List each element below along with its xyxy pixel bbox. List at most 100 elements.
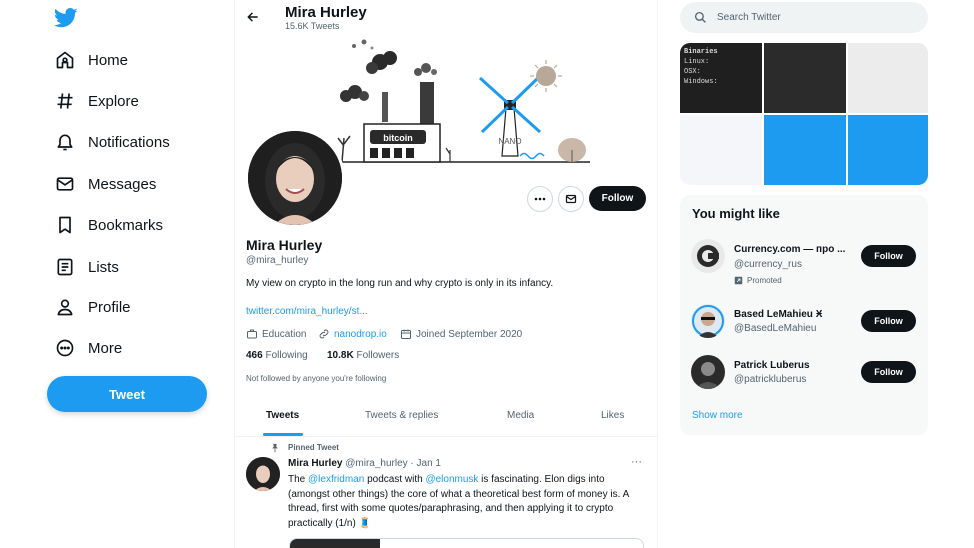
following-count: 466 — [246, 350, 263, 361]
bell-icon — [52, 129, 78, 155]
back-arrow-icon[interactable] — [243, 7, 263, 27]
tab-media[interactable]: Media — [507, 410, 534, 421]
promoted-badge: Promoted — [734, 276, 782, 285]
briefcase-icon — [247, 329, 257, 339]
tab-tweets-replies[interactable]: Tweets & replies — [365, 410, 438, 421]
header-tweet-count: 15.6K Tweets — [285, 21, 340, 31]
suggestion-name[interactable]: Based LeMahieu Ӿ — [734, 309, 822, 320]
tweet-button[interactable]: Tweet — [47, 376, 207, 412]
media-thumb-title: Binaries — [684, 48, 718, 56]
nav-lists[interactable]: Lists — [52, 249, 119, 285]
search-placeholder: Search Twitter — [717, 12, 781, 23]
nav-bookmarks[interactable]: Bookmarks — [52, 207, 163, 243]
tweet-meta: @mira_hurley · Jan 1 — [345, 458, 441, 469]
tweet-header: Mira Hurley @mira_hurley · Jan 1 — [288, 458, 441, 469]
more-circle-icon — [52, 335, 78, 361]
suggestion-handle: @patrickluberus — [734, 374, 807, 385]
nano-label: NANO — [498, 137, 521, 146]
followers-count: 10.8K — [327, 350, 354, 361]
profile-category: Education — [246, 328, 306, 340]
suggestion-avatar[interactable] — [691, 355, 725, 389]
followers-label: Followers — [356, 350, 400, 361]
suggestion-follow-button[interactable]: Follow — [861, 361, 916, 383]
bookmark-icon — [52, 212, 78, 238]
envelope-icon — [52, 171, 78, 197]
nav-profile-label: Profile — [88, 298, 131, 316]
hashtag-icon — [52, 88, 78, 114]
following-label: Following — [265, 350, 308, 361]
tab-likes[interactable]: Likes — [601, 410, 624, 421]
suggestion-follow-button[interactable]: Follow — [861, 310, 916, 332]
tabs-divider — [235, 436, 657, 437]
you-might-like-title: You might like — [692, 206, 780, 221]
show-more-link[interactable]: Show more — [692, 410, 743, 421]
not-followed-note: Not followed by anyone you're following — [246, 374, 387, 383]
bitcoin-sign-label: bitcoin — [383, 133, 413, 143]
pin-icon — [272, 443, 278, 453]
search-icon — [694, 11, 706, 23]
following-stat[interactable]: 466 Following — [246, 350, 308, 361]
suggestion-avatar[interactable] — [691, 239, 725, 273]
website-link[interactable]: nanodrop.io — [334, 329, 387, 340]
nav-messages-label: Messages — [88, 175, 157, 193]
link-icon — [319, 329, 329, 339]
twitter-logo-icon[interactable] — [53, 7, 78, 31]
tweet-media-card[interactable] — [289, 538, 644, 548]
nav-explore-label: Explore — [88, 92, 139, 110]
search-input[interactable]: Search Twitter — [680, 2, 928, 33]
more-options-button[interactable] — [527, 186, 553, 212]
media-thumb-line: OSX: — [684, 68, 701, 76]
nav-lists-label: Lists — [88, 258, 119, 276]
person-icon — [52, 294, 78, 320]
profile-website[interactable]: nanodrop.io — [318, 328, 387, 340]
media-preview-grid: Binaries Linux: OSX: Windows: — [680, 43, 928, 185]
followers-stat[interactable]: 10.8K Followers — [327, 350, 399, 361]
calendar-icon — [401, 329, 411, 339]
profile-banner[interactable]: bitcoin NANO — [320, 34, 600, 164]
media-thumb[interactable] — [848, 43, 928, 113]
suggestion-handle: @BasedLeMahieu — [734, 323, 817, 334]
nav-home[interactable]: Home — [52, 42, 128, 78]
profile-handle: @mira_hurley — [246, 255, 309, 266]
suggestion-follow-button[interactable]: Follow — [861, 245, 916, 267]
nav-profile[interactable]: Profile — [52, 289, 131, 325]
tweet-author-avatar[interactable] — [246, 457, 280, 491]
tweet-text: The @lexfridman podcast with @elonmusk i… — [288, 473, 648, 531]
media-thumb[interactable] — [680, 115, 762, 185]
nav-more[interactable]: More — [52, 330, 122, 366]
tweet-text-part: podcast with — [364, 474, 426, 485]
promoted-label: Promoted — [747, 276, 782, 285]
message-button[interactable] — [558, 186, 584, 212]
tweet-more-icon[interactable]: ··· — [631, 456, 642, 468]
joined-date: Joined September 2020 — [416, 328, 523, 340]
media-thumb[interactable] — [848, 115, 928, 185]
tweet-author-name[interactable]: Mira Hurley — [288, 458, 342, 469]
media-thumb[interactable]: Binaries Linux: OSX: Windows: — [680, 43, 762, 113]
suggestion-name[interactable]: Patrick Luberus — [734, 360, 810, 371]
nav-messages[interactable]: Messages — [52, 166, 156, 202]
envelope-icon — [565, 194, 577, 204]
profile-bio: My view on crypto in the long run and wh… — [246, 278, 554, 289]
tab-tweets[interactable]: Tweets — [266, 410, 299, 421]
promoted-icon — [734, 276, 743, 285]
tweet-text-part: The — [288, 474, 309, 485]
nav-home-label: Home — [88, 51, 129, 69]
suggestion-name[interactable]: Currency.com — про ... — [734, 244, 845, 255]
nav-notifications[interactable]: Notifications — [52, 124, 170, 160]
profile-joined: Joined September 2020 — [400, 328, 522, 340]
suggestion-handle: @currency_rus — [734, 259, 802, 270]
nav-more-label: More — [88, 339, 123, 357]
mention-link[interactable]: @elonmusk — [425, 474, 478, 485]
profile-avatar[interactable] — [245, 128, 345, 228]
media-thumb-line: Linux: — [684, 58, 710, 66]
suggestion-avatar[interactable] — [691, 304, 725, 338]
follow-button[interactable]: Follow — [589, 186, 646, 211]
profile-pinned-link[interactable]: twitter.com/mira_hurley/st... — [246, 306, 368, 317]
nav-explore[interactable]: Explore — [52, 83, 139, 119]
media-thumb[interactable] — [764, 43, 846, 113]
column-divider — [657, 0, 658, 548]
mention-link[interactable]: @lexfridman — [308, 474, 364, 485]
column-divider — [234, 0, 235, 548]
list-icon — [52, 254, 78, 280]
media-thumb[interactable] — [764, 115, 846, 185]
